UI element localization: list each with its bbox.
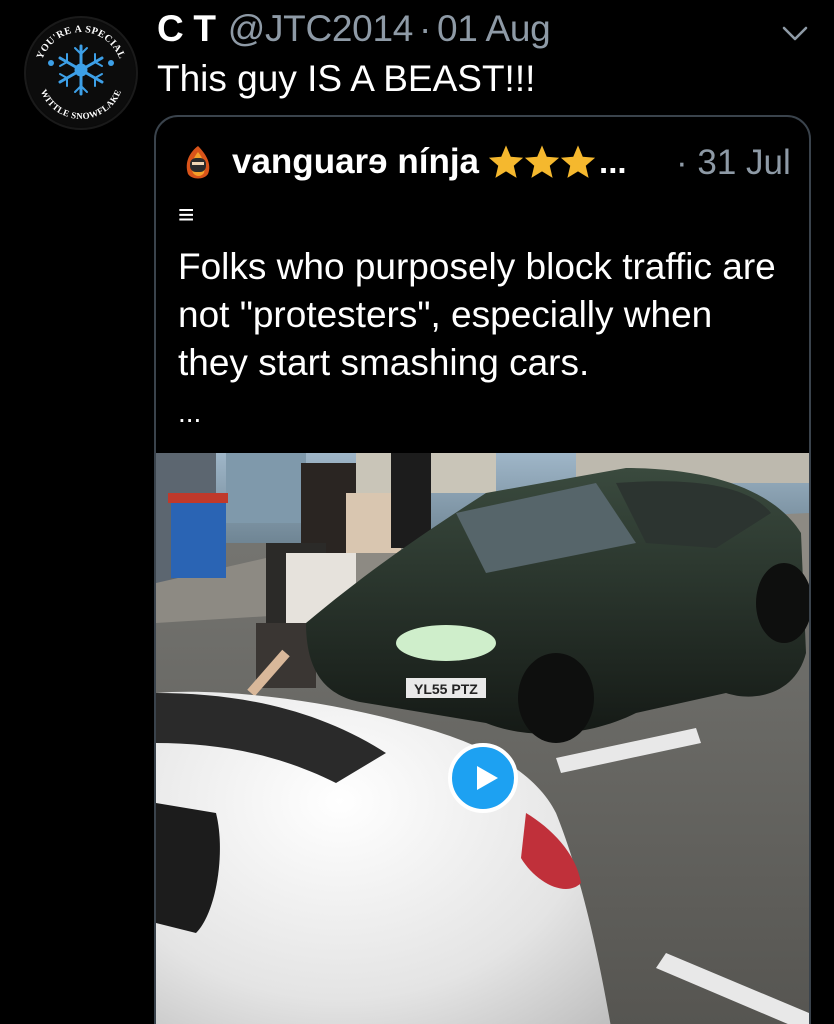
header-separator: · bbox=[419, 8, 432, 49]
quoted-tweet-date[interactable]: · 31 Jul bbox=[676, 143, 791, 183]
quoted-date-value: 31 Jul bbox=[697, 143, 791, 182]
tweet-date[interactable]: 01 Aug bbox=[437, 8, 551, 50]
name-truncation: ... bbox=[599, 143, 627, 180]
star-icon bbox=[487, 143, 525, 181]
ninja-avatar-icon bbox=[178, 142, 218, 182]
menu-glyph: ≡ bbox=[178, 199, 195, 230]
quoted-tweet-text: Folks who purposely block traffic are no… bbox=[178, 243, 798, 387]
user-avatar[interactable]: YOU'RE A SPECIAL WITTLE SNOWFLAKE bbox=[24, 16, 138, 130]
show-more-ellipsis[interactable]: ... bbox=[178, 397, 201, 429]
quoted-text-line: they start smashing cars. bbox=[178, 342, 590, 383]
play-icon bbox=[476, 766, 498, 790]
tweet-text: This guy IS A BEAST!!! bbox=[157, 58, 536, 99]
quoted-text-line: not "protesters", especially when bbox=[178, 294, 713, 335]
star-icon bbox=[559, 143, 597, 181]
quoted-date-separator: · bbox=[676, 143, 688, 182]
tweet-page: YOU'RE A SPECIAL WITTLE SNOWFLAKE C T @J… bbox=[0, 0, 834, 1024]
quoted-text-line: Folks who purposely block traffic are bbox=[178, 246, 776, 287]
quoted-tweet-header: vanguarɘ nínja ... bbox=[178, 137, 627, 187]
display-name[interactable]: C T bbox=[157, 8, 216, 50]
star-icon bbox=[523, 143, 561, 181]
quoted-display-name[interactable]: vanguarɘ nínja bbox=[232, 142, 479, 182]
snowflake-badge-icon: YOU'RE A SPECIAL WITTLE SNOWFLAKE bbox=[27, 19, 135, 127]
video-thumbnail: YL55 PTZ bbox=[156, 453, 809, 1024]
license-plate: YL55 PTZ bbox=[414, 681, 478, 697]
user-handle[interactable]: @JTC2014 bbox=[228, 8, 414, 50]
tweet-header: C T @JTC2014 · 01 Aug bbox=[157, 8, 551, 56]
star-rating bbox=[487, 143, 597, 181]
play-button[interactable] bbox=[448, 743, 518, 813]
chevron-down-icon[interactable] bbox=[780, 20, 810, 46]
video-player[interactable]: YL55 PTZ bbox=[156, 453, 809, 1024]
quoted-tweet-card[interactable]: vanguarɘ nínja ... · 31 Jul ≡ Folks who … bbox=[154, 115, 811, 1024]
